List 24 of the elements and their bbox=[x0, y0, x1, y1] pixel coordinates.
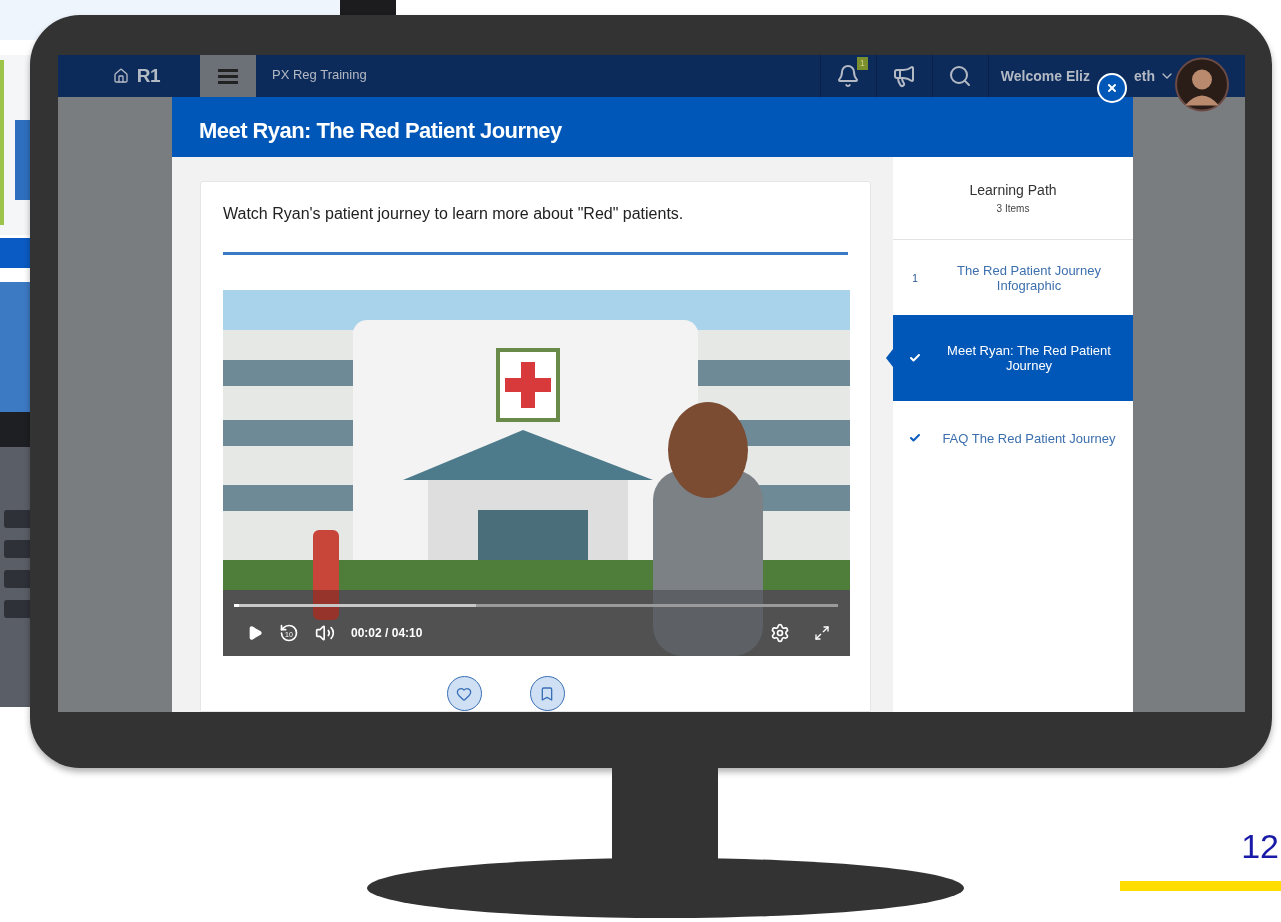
settings-icon[interactable] bbox=[770, 623, 790, 643]
item-title: FAQ The Red Patient Journey bbox=[941, 430, 1117, 446]
megaphone-icon[interactable] bbox=[892, 64, 917, 88]
like-button[interactable] bbox=[446, 676, 482, 711]
fullscreen-icon[interactable] bbox=[814, 625, 830, 641]
avatar bbox=[1175, 57, 1229, 112]
learning-path-item[interactable]: Meet Ryan: The Red Patient Journey bbox=[893, 315, 1133, 401]
learning-path-title: Learning Path bbox=[969, 181, 1057, 200]
bookmark-icon bbox=[539, 685, 555, 702]
item-title: The Red Patient Journey Infographic bbox=[956, 263, 1102, 293]
video-progress-track[interactable] bbox=[234, 604, 838, 607]
search-icon[interactable] bbox=[948, 64, 973, 88]
item-title: Meet Ryan: The Red Patient Journey bbox=[946, 343, 1112, 373]
item-number: 1 bbox=[912, 271, 918, 286]
welcome-text[interactable]: Welcome Eliz bbox=[1000, 65, 1090, 87]
bookmark-button[interactable] bbox=[529, 676, 565, 711]
notification-badge: 1 bbox=[856, 57, 868, 70]
close-icon bbox=[1106, 82, 1118, 94]
page-number: 12 bbox=[1241, 826, 1279, 866]
learning-path-count: 3 Items bbox=[996, 202, 1030, 216]
close-button[interactable] bbox=[1097, 73, 1127, 103]
welcome-text[interactable]: eth bbox=[1134, 65, 1155, 87]
bell-icon[interactable] bbox=[836, 64, 861, 88]
heart-icon bbox=[456, 685, 472, 702]
